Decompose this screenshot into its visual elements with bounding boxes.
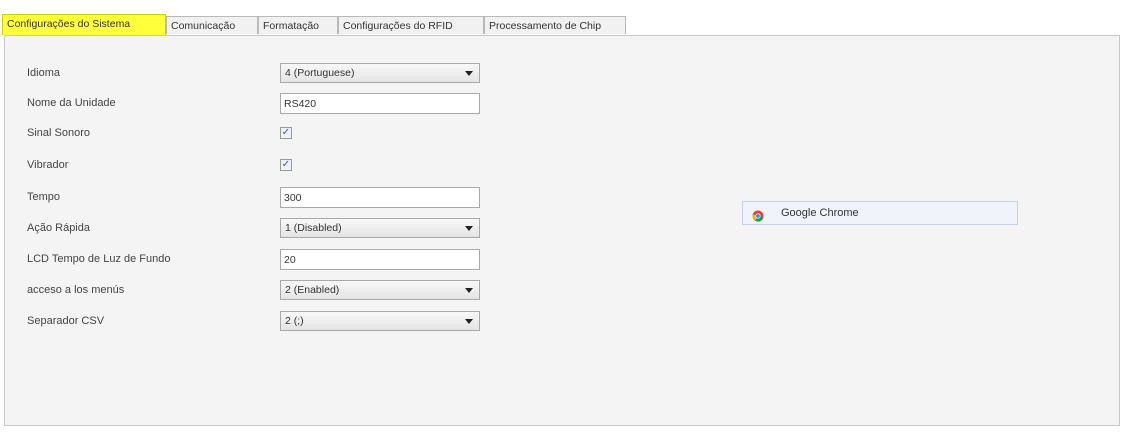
dropdown-arrow-icon — [465, 226, 473, 231]
idioma-label: Idioma — [27, 67, 61, 79]
idioma-value: 4 (Portuguese) — [285, 67, 355, 79]
sinal-sonoro-label: Sinal Sonoro — [27, 127, 90, 139]
acceso-menus-select[interactable]: 2 (Enabled) — [280, 280, 480, 300]
idioma-select[interactable]: 4 (Portuguese) — [280, 63, 480, 83]
chrome-icon — [752, 208, 764, 230]
vibrador-checkbox[interactable]: ✓ — [280, 159, 292, 171]
separador-csv-value: 2 (;) — [285, 315, 304, 327]
acao-rapida-label: Ação Rápida — [27, 222, 90, 234]
tab-processamento-de-chip[interactable]: Processamento de Chip — [484, 16, 626, 34]
tempo-label: Tempo — [27, 191, 61, 203]
separador-csv-label: Separador CSV — [27, 315, 105, 327]
nome-unidade-label: Nome da Unidade — [27, 97, 116, 109]
acao-rapida-value: 1 (Disabled) — [285, 222, 342, 234]
tab-comunicacao[interactable]: Comunicação — [166, 16, 258, 34]
separador-csv-select[interactable]: 2 (;) — [280, 311, 480, 331]
tab-bar: Configurações do Sistema Comunicação For… — [0, 14, 1126, 36]
dropdown-arrow-icon — [465, 71, 473, 76]
nome-unidade-input[interactable] — [280, 93, 480, 114]
acceso-menus-value: 2 (Enabled) — [285, 284, 340, 296]
vibrador-label: Vibrador — [27, 159, 69, 171]
dropdown-arrow-icon — [465, 288, 473, 293]
settings-panel — [4, 35, 1120, 426]
sinal-sonoro-checkbox[interactable]: ✓ — [280, 127, 292, 139]
acceso-menus-label: acceso a los menús — [27, 284, 125, 296]
tab-formatacao[interactable]: Formatação — [258, 16, 338, 34]
dropdown-arrow-icon — [465, 319, 473, 324]
lcd-tempo-label: LCD Tempo de Luz de Fundo — [27, 253, 171, 265]
lcd-tempo-input[interactable] — [280, 249, 480, 270]
google-chrome-label: Google Chrome — [781, 207, 859, 219]
acao-rapida-select[interactable]: 1 (Disabled) — [280, 218, 480, 238]
tab-configuracoes-do-rfid[interactable]: Configurações do RFID — [338, 16, 484, 34]
tempo-input[interactable] — [280, 187, 480, 208]
tab-configuracoes-do-sistema[interactable]: Configurações do Sistema — [2, 14, 166, 35]
google-chrome-taskbar-item[interactable]: Google Chrome — [742, 201, 1018, 225]
